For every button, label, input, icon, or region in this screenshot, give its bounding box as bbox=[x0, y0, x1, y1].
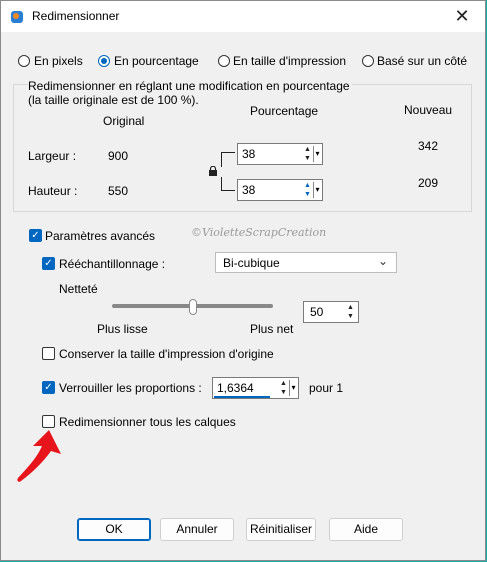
watermark: ©VioletteScrapCreation bbox=[191, 226, 327, 239]
radio-one-side-label[interactable]: Basé sur un côté bbox=[377, 54, 467, 68]
group-caption-line1: Redimensionner en réglant une modificati… bbox=[28, 79, 352, 93]
chevron-down-icon[interactable]: ▾ bbox=[313, 182, 321, 198]
window-title: Redimensionner bbox=[32, 9, 120, 23]
radio-pixels[interactable] bbox=[18, 55, 30, 67]
radio-print-size-label[interactable]: En taille d'impression bbox=[233, 54, 346, 68]
height-original-value: 550 bbox=[108, 184, 129, 198]
resample-method-value[interactable]: Bi-cubique bbox=[223, 256, 280, 270]
resize-dialog: Redimensionner ✕ En pixels En pourcentag… bbox=[0, 0, 486, 561]
radio-one-side[interactable] bbox=[362, 55, 374, 67]
chevron-down-icon[interactable]: ▾ bbox=[289, 380, 297, 396]
resample-checkbox[interactable]: ✓ bbox=[42, 257, 55, 270]
width-label: Largeur : bbox=[28, 149, 77, 163]
column-percentage-header: Pourcentage bbox=[250, 104, 319, 118]
chevron-down-icon[interactable]: ⌄ bbox=[378, 254, 388, 268]
resize-layers-label[interactable]: Redimensionner tous les calques bbox=[59, 415, 236, 429]
lock-bracket-top bbox=[221, 152, 235, 167]
column-original-header: Original bbox=[103, 114, 145, 128]
reset-button[interactable]: Réinitialiser bbox=[246, 518, 316, 541]
ratio-spinner[interactable]: 1,6364 ▲ ▼ ▾ bbox=[212, 377, 299, 399]
width-original-value: 900 bbox=[108, 149, 129, 163]
lock-bracket-bottom bbox=[221, 177, 235, 191]
close-button[interactable]: ✕ bbox=[439, 1, 485, 32]
spin-arrows-icon[interactable]: ▲ ▼ bbox=[345, 303, 356, 321]
spin-arrows-icon[interactable]: ▲ ▼ bbox=[302, 145, 313, 163]
app-icon bbox=[11, 11, 23, 23]
help-button[interactable]: Aide bbox=[329, 518, 403, 541]
cancel-button[interactable]: Annuler bbox=[160, 518, 234, 541]
advanced-params-label[interactable]: Paramètres avancés bbox=[45, 229, 155, 243]
slider-min-label: Plus lisse bbox=[97, 322, 148, 336]
radio-percentage[interactable] bbox=[98, 55, 110, 67]
group-caption-line2: (la taille originale est de 100 %). bbox=[28, 93, 199, 107]
title-bar: Redimensionner ✕ bbox=[1, 1, 485, 32]
resample-label[interactable]: Rééchantillonnage : bbox=[59, 257, 165, 271]
keep-print-size-checkbox[interactable] bbox=[42, 347, 55, 360]
red-arrow-icon bbox=[17, 430, 61, 482]
height-new-value: 209 bbox=[418, 176, 439, 190]
spin-arrows-icon[interactable]: ▲ ▼ bbox=[278, 379, 289, 397]
radio-print-size[interactable] bbox=[218, 55, 230, 67]
sharpness-spinner[interactable]: 50 ▲ ▼ bbox=[303, 301, 359, 323]
width-percent-spinner[interactable]: 38 ▲ ▼ ▾ bbox=[237, 143, 323, 165]
advanced-params-checkbox[interactable]: ✓ bbox=[29, 229, 42, 242]
height-percent-spinner[interactable]: 38 ▲ ▼ ▾ bbox=[237, 179, 323, 201]
radio-percentage-label[interactable]: En pourcentage bbox=[114, 54, 199, 68]
lock-icon[interactable] bbox=[208, 166, 218, 176]
radio-pixels-label[interactable]: En pixels bbox=[34, 54, 83, 68]
sharpness-label: Netteté bbox=[59, 282, 98, 296]
height-label: Hauteur : bbox=[28, 184, 78, 198]
width-new-value: 342 bbox=[418, 139, 439, 153]
keep-print-size-label[interactable]: Conserver la taille d'impression d'origi… bbox=[59, 347, 274, 361]
lock-ratio-checkbox[interactable]: ✓ bbox=[42, 381, 55, 394]
ratio-value[interactable]: 1,6364 bbox=[217, 381, 254, 395]
height-percent-value[interactable]: 38 bbox=[242, 183, 255, 197]
ratio-focus-underline bbox=[214, 396, 270, 398]
slider-max-label: Plus net bbox=[250, 322, 294, 336]
lock-ratio-label[interactable]: Verrouiller les proportions : bbox=[59, 381, 202, 395]
ratio-suffix: pour 1 bbox=[309, 381, 344, 395]
sharpness-slider-thumb[interactable] bbox=[189, 299, 197, 315]
spin-arrows-icon[interactable]: ▲ ▼ bbox=[302, 181, 313, 199]
close-icon: ✕ bbox=[454, 6, 470, 26]
sharpness-value[interactable]: 50 bbox=[310, 305, 323, 319]
width-percent-value[interactable]: 38 bbox=[242, 147, 255, 161]
ok-button[interactable]: OK bbox=[77, 518, 151, 541]
column-new-header: Nouveau bbox=[404, 103, 453, 117]
resample-method-select[interactable]: Bi-cubique ⌄ bbox=[215, 252, 397, 273]
chevron-down-icon[interactable]: ▾ bbox=[313, 146, 321, 162]
